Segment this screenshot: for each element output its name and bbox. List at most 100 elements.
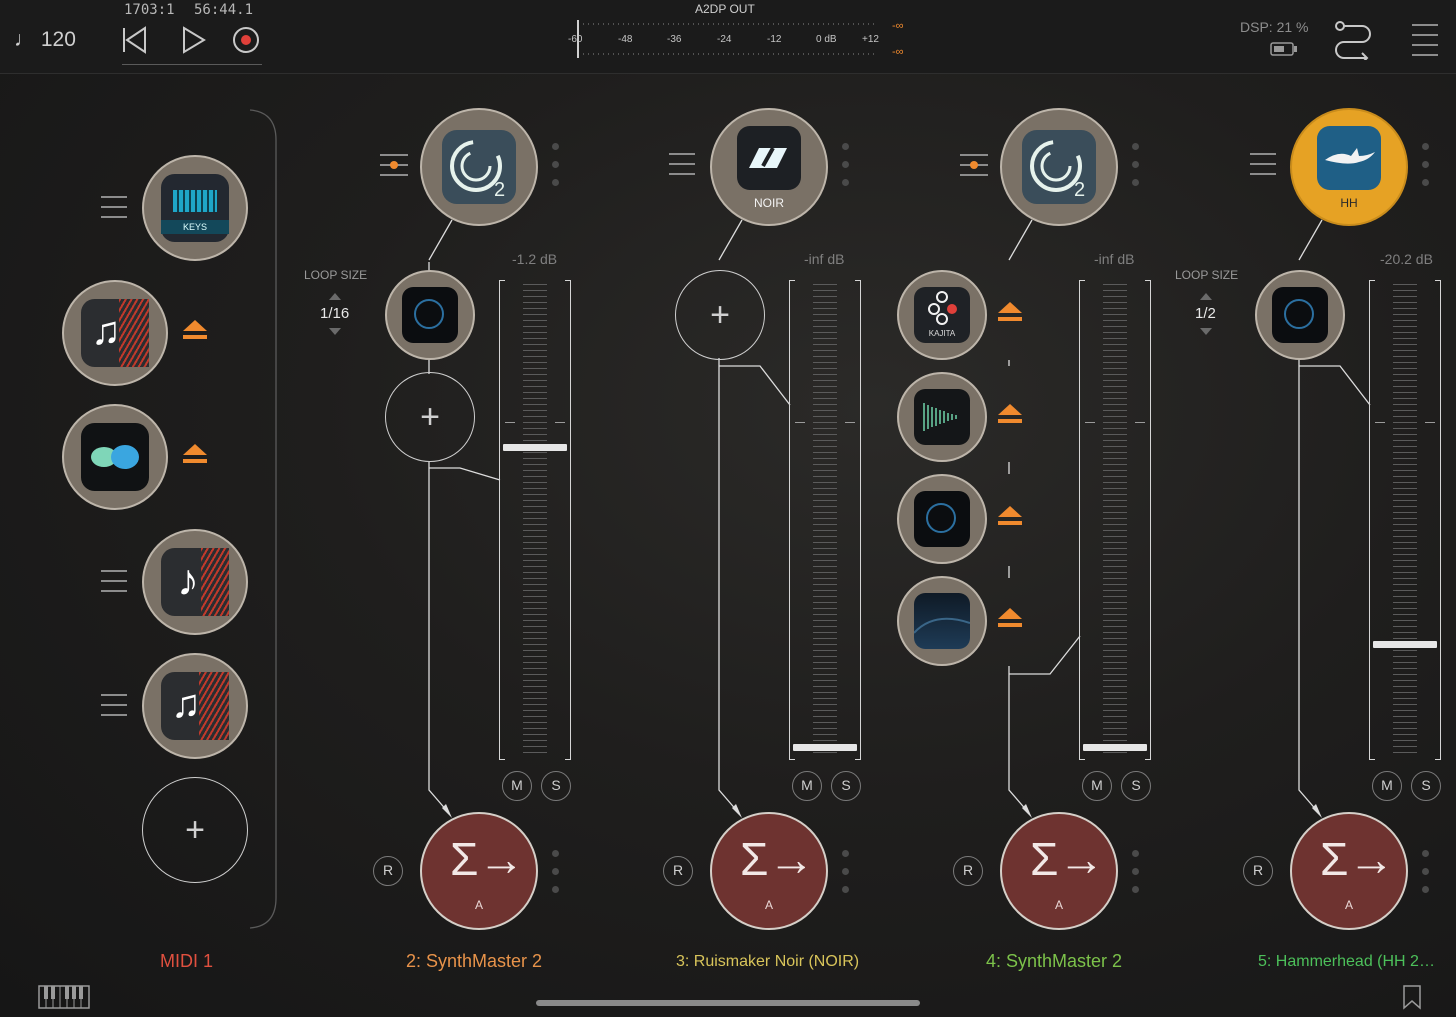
- eject-icon[interactable]: [183, 444, 207, 464]
- strip-5-volume-fader[interactable]: [1369, 280, 1441, 760]
- strip-3-options-icon[interactable]: [842, 143, 850, 197]
- fader-knob[interactable]: [793, 744, 857, 751]
- bus-label: A: [474, 898, 483, 912]
- svg-text:2: 2: [1074, 179, 1085, 201]
- midi-plugin-menu-icon[interactable]: [101, 570, 127, 600]
- eject-icon[interactable]: [998, 506, 1022, 526]
- strip-4-fx-3[interactable]: [897, 474, 987, 564]
- strip-4-bus-output[interactable]: Σ→ A: [1000, 812, 1118, 930]
- loop-size-value[interactable]: 1/2: [1195, 305, 1216, 322]
- fader-knob[interactable]: [1083, 744, 1147, 751]
- fader-knob[interactable]: [1373, 641, 1437, 648]
- kajita-label: KAJITA: [928, 329, 956, 338]
- strip-5-options-icon[interactable]: [1422, 143, 1430, 197]
- infinity-blob-icon: [81, 423, 149, 491]
- strip-3-db: -inf dB: [804, 251, 845, 267]
- eject-icon[interactable]: [183, 320, 207, 340]
- strip-4-volume-fader[interactable]: [1079, 280, 1151, 760]
- tempo-display[interactable]: ♩ 120: [14, 28, 76, 52]
- music-note-icon: ♪: [161, 548, 229, 616]
- sum-arrow-icon: Σ→: [740, 833, 815, 885]
- strip-4-edit-icon[interactable]: [960, 154, 988, 176]
- svg-text:2: 2: [494, 179, 505, 201]
- midi-plugin-2[interactable]: ♫: [62, 280, 168, 386]
- play-button[interactable]: [180, 26, 208, 54]
- strip-4-options-icon[interactable]: [1132, 143, 1140, 197]
- strip-3-edit-icon[interactable]: [669, 153, 695, 183]
- strip-4-mute-button[interactable]: M: [1082, 771, 1112, 801]
- strip-4-output-options-icon[interactable]: [1132, 850, 1140, 904]
- strip-4-solo-button[interactable]: S: [1121, 771, 1151, 801]
- strip-2-record-button[interactable]: R: [373, 856, 403, 886]
- strip-5-edit-icon[interactable]: [1250, 153, 1276, 183]
- main-menu-icon[interactable]: [1412, 24, 1438, 64]
- midi-plugin-keys[interactable]: KEYS: [142, 155, 248, 261]
- strip-3-record-button[interactable]: R: [663, 856, 693, 886]
- strip-2-edit-icon[interactable]: [380, 154, 408, 176]
- midi-plugin-menu-icon[interactable]: [101, 694, 127, 724]
- strip-4-fx-1[interactable]: KAJITA: [897, 270, 987, 360]
- strip-5-bus-output[interactable]: Σ→ A: [1290, 812, 1408, 930]
- strip-5-solo-button[interactable]: S: [1411, 771, 1441, 801]
- routing-icon[interactable]: [1334, 20, 1372, 60]
- strip-2-name[interactable]: 2: SynthMaster 2: [406, 951, 542, 972]
- loop-size-value[interactable]: 1/16: [320, 305, 349, 322]
- bus-label: A: [1054, 898, 1063, 912]
- strip-5-name[interactable]: 5: Hammerhead (HH 2…: [1258, 953, 1435, 971]
- synthmaster-icon: 2: [1022, 130, 1096, 204]
- eject-icon[interactable]: [998, 608, 1022, 628]
- strip-2-bus-output[interactable]: Σ→ A: [420, 812, 538, 930]
- strip-5-fx-1[interactable]: [1255, 270, 1345, 360]
- eject-icon[interactable]: [998, 404, 1022, 424]
- midi-strip-name[interactable]: MIDI 1: [160, 951, 213, 972]
- meter-tick: -60: [568, 34, 583, 45]
- loop-size-up-icon[interactable]: [329, 293, 341, 300]
- strip-5-output-options-icon[interactable]: [1422, 850, 1430, 904]
- loop-size-label: LOOP SIZE: [1175, 268, 1239, 282]
- strip-2-mute-button[interactable]: M: [502, 771, 532, 801]
- strip-2-solo-button[interactable]: S: [541, 771, 571, 801]
- strip-3-name[interactable]: 3: Ruismaker Noir (NOIR): [676, 953, 859, 971]
- strip-5-mute-button[interactable]: M: [1372, 771, 1402, 801]
- strip-5-record-button[interactable]: R: [1243, 856, 1273, 886]
- loop-size-up-icon[interactable]: [1200, 293, 1212, 300]
- record-button[interactable]: [232, 26, 260, 54]
- midi-plugin-4[interactable]: ♪: [142, 529, 248, 635]
- looper-icon: [1272, 287, 1328, 343]
- strip-3-output-options-icon[interactable]: [842, 850, 850, 904]
- strip-3-solo-button[interactable]: S: [831, 771, 861, 801]
- strip-4-fx-2[interactable]: [897, 372, 987, 462]
- strip-3-mute-button[interactable]: M: [792, 771, 822, 801]
- strip-2-instrument[interactable]: 2: [420, 108, 538, 226]
- rewind-button[interactable]: [120, 26, 148, 54]
- strip-2-fx-1[interactable]: [385, 270, 475, 360]
- loop-size-down-icon[interactable]: [329, 328, 341, 335]
- add-midi-plugin-button[interactable]: +: [142, 777, 248, 883]
- meter-tick: 0 dB: [816, 34, 837, 45]
- strip-2-output-options-icon[interactable]: [552, 850, 560, 904]
- strip-4-fx-4[interactable]: [897, 576, 987, 666]
- strip-2-add-fx-button[interactable]: +: [385, 372, 475, 462]
- strip-4-instrument[interactable]: 2: [1000, 108, 1118, 226]
- peak-left: -∞: [892, 20, 904, 32]
- kajita-icon: KAJITA: [914, 287, 970, 343]
- keyboard-icon[interactable]: [38, 985, 90, 1009]
- bookmark-icon[interactable]: [1402, 984, 1422, 1010]
- midi-plugin-5[interactable]: ♫: [142, 653, 248, 759]
- strip-4-name[interactable]: 4: SynthMaster 2: [986, 951, 1122, 972]
- strip-3-add-fx-button[interactable]: +: [675, 270, 765, 360]
- spectrum-icon: [914, 389, 970, 445]
- midi-plugin-menu-icon[interactable]: [101, 196, 127, 226]
- strip-5-instrument[interactable]: HH: [1290, 108, 1408, 226]
- midi-plugin-3[interactable]: [62, 404, 168, 510]
- eject-icon[interactable]: [998, 302, 1022, 322]
- strip-2-volume-fader[interactable]: [499, 280, 571, 760]
- position-bars: 1703:1: [124, 2, 175, 18]
- strip-3-instrument[interactable]: NOIR: [710, 108, 828, 226]
- fader-knob[interactable]: [503, 444, 567, 451]
- strip-2-options-icon[interactable]: [552, 143, 560, 197]
- strip-4-record-button[interactable]: R: [953, 856, 983, 886]
- loop-size-down-icon[interactable]: [1200, 328, 1212, 335]
- strip-3-bus-output[interactable]: Σ→ A: [710, 812, 828, 930]
- strip-3-volume-fader[interactable]: [789, 280, 861, 760]
